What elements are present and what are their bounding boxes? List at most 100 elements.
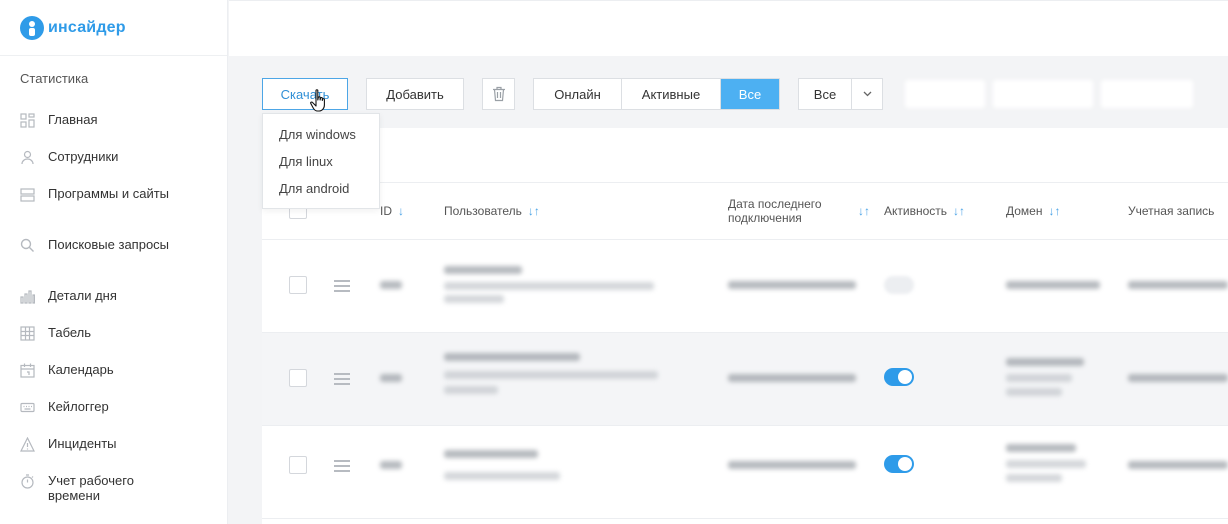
sort-icon[interactable]: ↓↑ bbox=[953, 204, 965, 218]
sidebar-item-calendar[interactable]: Календарь bbox=[20, 362, 188, 378]
blurred-user-name bbox=[444, 450, 538, 458]
blurred-filter-chip[interactable] bbox=[1101, 80, 1193, 108]
table-toolbar-area bbox=[262, 128, 1228, 183]
row-menu-icon[interactable] bbox=[334, 280, 350, 292]
download-menu: Для windows Для linux Для android bbox=[262, 113, 380, 209]
blurred-account bbox=[1128, 281, 1228, 289]
filter-tab-all[interactable]: Все bbox=[721, 79, 779, 109]
activity-toggle[interactable] bbox=[884, 455, 914, 473]
sidebar-item-employees[interactable]: Сотрудники bbox=[20, 149, 188, 165]
filter-tab-online[interactable]: Онлайн bbox=[534, 79, 622, 109]
sidebar-item-apps[interactable]: Программы и сайты bbox=[20, 186, 188, 202]
column-label: Учетная запись bbox=[1128, 204, 1215, 218]
bar-chart-icon bbox=[20, 290, 35, 304]
dashboard-icon bbox=[20, 113, 35, 128]
blurred-last-connection bbox=[728, 461, 856, 469]
column-header-user[interactable]: Пользователь ↓↑ bbox=[444, 204, 540, 218]
sidebar-item-label: Календарь bbox=[48, 362, 114, 377]
hand-cursor-icon bbox=[310, 89, 325, 112]
blurred-user-detail bbox=[444, 386, 498, 394]
sidebar-item-label: Главная bbox=[48, 112, 98, 127]
download-option-windows[interactable]: Для windows bbox=[279, 127, 356, 142]
trash-icon bbox=[492, 86, 505, 102]
activity-toggle[interactable] bbox=[884, 276, 914, 294]
blurred-domain bbox=[1006, 281, 1100, 289]
column-header-domain[interactable]: Домен ↓↑ bbox=[1006, 204, 1061, 218]
sort-icon[interactable]: ↓↑ bbox=[1049, 204, 1061, 218]
blurred-account bbox=[1128, 374, 1228, 382]
sidebar-item-label: Учет рабочего времени bbox=[48, 473, 134, 503]
blurred-domain bbox=[1006, 388, 1062, 396]
sidebar-item-label: Табель bbox=[48, 325, 92, 340]
sidebar-item-home[interactable]: Главная bbox=[20, 112, 188, 128]
blurred-id bbox=[380, 461, 402, 469]
scope-select[interactable]: Все bbox=[798, 78, 883, 110]
sidebar-section-title: Статистика bbox=[20, 71, 89, 86]
row-menu-icon[interactable] bbox=[334, 460, 350, 472]
column-header-account[interactable]: Учетная запись bbox=[1128, 204, 1214, 218]
scope-select-value: Все bbox=[799, 79, 852, 109]
top-bar bbox=[229, 0, 1228, 56]
blurred-last-connection bbox=[728, 374, 856, 382]
stopwatch-icon bbox=[21, 474, 34, 489]
download-button[interactable]: Скачать bbox=[262, 78, 348, 110]
blurred-user-detail bbox=[444, 282, 654, 290]
blurred-domain bbox=[1006, 474, 1062, 482]
filter-tab-active[interactable]: Активные bbox=[622, 79, 721, 109]
blurred-account bbox=[1128, 461, 1228, 469]
sort-icon[interactable]: ↓↑ bbox=[528, 204, 540, 218]
download-option-android[interactable]: Для android bbox=[279, 181, 349, 196]
table-row[interactable] bbox=[262, 333, 1228, 426]
table-row[interactable] bbox=[262, 426, 1228, 519]
chevron-down-icon[interactable] bbox=[852, 79, 882, 109]
table-row[interactable] bbox=[262, 240, 1228, 333]
keyboard-icon bbox=[20, 402, 35, 413]
sidebar-item-label: Кейлоггер bbox=[48, 399, 109, 414]
blurred-filter-chip[interactable] bbox=[905, 80, 985, 108]
add-button[interactable]: Добавить bbox=[366, 78, 464, 110]
column-header-activity[interactable]: Активность ↓↑ bbox=[884, 204, 965, 218]
calendar-icon bbox=[20, 363, 35, 378]
blurred-domain bbox=[1006, 374, 1072, 382]
column-header-id[interactable]: ID ↓ bbox=[380, 204, 404, 218]
sidebar-item-timesheet[interactable]: Табель bbox=[20, 325, 188, 341]
table-header: ID ↓ Пользователь ↓↑ Дата последнего подкл… bbox=[262, 183, 1228, 240]
column-label: Дата последнего подключения bbox=[728, 197, 822, 225]
search-icon bbox=[20, 238, 34, 252]
user-icon bbox=[21, 150, 34, 165]
logo[interactable]: инсайдер bbox=[0, 0, 227, 56]
blurred-domain bbox=[1006, 460, 1086, 468]
apps-icon bbox=[20, 188, 35, 202]
sort-down-icon[interactable]: ↓ bbox=[398, 204, 404, 218]
download-option-linux[interactable]: Для linux bbox=[279, 154, 333, 169]
column-label: ID bbox=[380, 204, 392, 218]
blurred-last-connection bbox=[728, 281, 856, 289]
blurred-user-detail bbox=[444, 295, 504, 303]
sidebar-item-search-queries[interactable]: Поисковые запросы bbox=[20, 237, 188, 253]
row-checkbox[interactable] bbox=[289, 456, 307, 474]
activity-toggle[interactable] bbox=[884, 368, 914, 386]
row-menu-icon[interactable] bbox=[334, 373, 350, 385]
sidebar-item-label: Сотрудники bbox=[48, 149, 119, 164]
blurred-id bbox=[380, 281, 402, 289]
column-label: Пользователь bbox=[444, 204, 522, 218]
row-checkbox[interactable] bbox=[289, 276, 307, 294]
sidebar-item-day-details[interactable]: Детали дня bbox=[20, 288, 188, 304]
blurred-user-detail bbox=[444, 472, 560, 480]
blurred-domain bbox=[1006, 444, 1076, 452]
sidebar-item-label: Программы и сайты bbox=[48, 186, 169, 201]
sidebar-item-label: Детали дня bbox=[48, 288, 117, 303]
column-header-last-connection[interactable]: Дата последнего подключения bbox=[728, 197, 840, 225]
blurred-filter-chip[interactable] bbox=[993, 80, 1093, 108]
delete-button[interactable] bbox=[482, 78, 515, 110]
row-checkbox[interactable] bbox=[289, 369, 307, 387]
sidebar-item-incidents[interactable]: Инциденты bbox=[20, 436, 188, 452]
sidebar-item-keylogger[interactable]: Кейлоггер bbox=[20, 399, 188, 415]
sidebar: инсайдер Статистика Главная Сотрудники П… bbox=[0, 0, 228, 524]
blurred-id bbox=[380, 374, 402, 382]
sidebar-item-label: Поисковые запросы bbox=[48, 237, 170, 252]
table-icon bbox=[20, 326, 35, 341]
blurred-user-name bbox=[444, 266, 522, 274]
sort-icon[interactable]: ↓↑ bbox=[858, 204, 870, 218]
sidebar-item-work-time[interactable]: Учет рабочего времени bbox=[20, 473, 188, 503]
